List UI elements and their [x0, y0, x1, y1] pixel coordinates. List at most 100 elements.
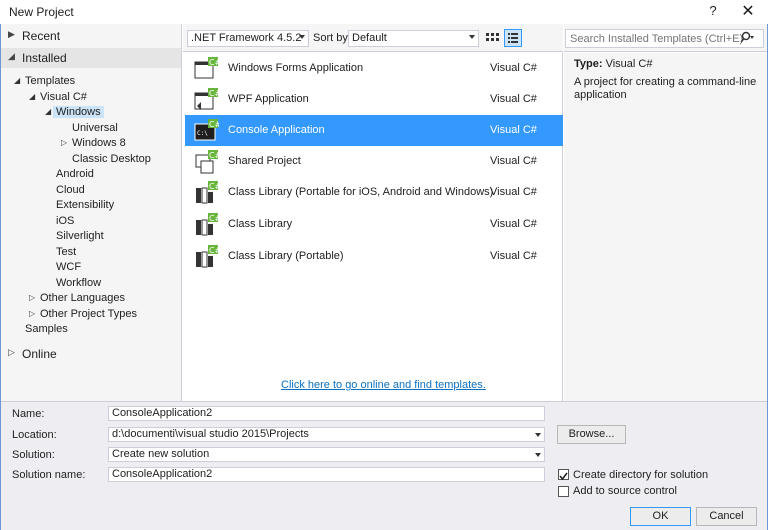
sort-by-value: Default [352, 32, 387, 44]
tree-item-ios[interactable]: iOS [56, 215, 74, 231]
small-icons-view-button[interactable] [483, 29, 501, 47]
expand-arrow-icon[interactable]: ▶ [8, 29, 15, 40]
chevron-down-icon [469, 35, 475, 39]
grid-view-icon [486, 33, 499, 41]
create-directory-checkbox[interactable] [558, 469, 569, 481]
tree-item-cloud[interactable]: Cloud [56, 184, 85, 200]
collapse-arrow-icon[interactable]: ◢ [14, 76, 20, 85]
tree-item-windows[interactable]: ◢ Windows [45, 106, 104, 122]
svg-text:C#: C# [209, 182, 219, 191]
template-name: Class Library (Portable) [228, 250, 344, 262]
solution-name-input[interactable]: ConsoleApplication2 [108, 467, 545, 482]
location-input[interactable]: d:\documenti\visual studio 2015\Projects [108, 427, 545, 442]
type-value: Visual C# [605, 58, 653, 70]
tree-item-other-project-types[interactable]: ▷ Other Project Types [29, 308, 137, 324]
wpf-app-icon: C# [194, 88, 219, 110]
svg-text:C#: C# [209, 89, 219, 98]
window-title: New Project [9, 5, 74, 19]
tree-item-android[interactable]: Android [56, 168, 94, 184]
tree-item-universal[interactable]: Universal [72, 122, 118, 138]
template-class-library-portable-ios-android[interactable]: C# Class Library (Portable for iOS, Andr… [185, 177, 563, 208]
expand-arrow-icon[interactable]: ▷ [29, 309, 35, 318]
search-icon[interactable] [739, 31, 755, 45]
svg-text:C#: C# [209, 214, 219, 223]
template-name: WPF Application [228, 93, 309, 105]
tree-item-label: Windows 8 [72, 137, 126, 149]
class-library-icon: C# [196, 245, 219, 268]
template-language: Visual C# [490, 93, 537, 105]
solution-dropdown[interactable]: Create new solution [108, 447, 545, 462]
class-library-icon: C# [196, 181, 219, 204]
template-wpf[interactable]: C# WPF Application Visual C# [185, 84, 563, 115]
tree-item-silverlight[interactable]: Silverlight [56, 230, 104, 246]
svg-text:C:\: C:\ [197, 130, 208, 137]
cancel-button[interactable]: Cancel [696, 507, 757, 526]
tree-item-label: Windows [53, 106, 104, 118]
template-class-library[interactable]: C# Class Library Visual C# [185, 209, 563, 240]
collapse-arrow-icon[interactable]: ◢ [29, 92, 35, 101]
template-category-panel: ▶ Recent ◢ Installed ◢ Templates ◢ Visua… [1, 24, 182, 401]
tree-item-wcf[interactable]: WCF [56, 261, 81, 277]
close-icon[interactable]: ✕ [737, 1, 759, 23]
search-input[interactable] [565, 29, 764, 48]
nav-recent[interactable]: ▶ Recent [1, 26, 181, 46]
find-templates-online-link[interactable]: Click here to go online and find templat… [281, 379, 486, 391]
nav-installed-label: Installed [22, 51, 67, 65]
medium-icons-view-button[interactable] [504, 29, 522, 47]
chevron-down-icon[interactable] [535, 433, 541, 437]
checkmark-icon [559, 472, 568, 481]
chevron-down-icon [299, 35, 305, 39]
tree-item-label: Cloud [56, 184, 85, 196]
tree-item-label: Other Languages [40, 292, 126, 304]
solution-name-label: Solution name: [12, 469, 86, 481]
windows-forms-icon: C# [194, 57, 219, 79]
help-button[interactable]: ? [704, 3, 722, 21]
expand-arrow-icon[interactable]: ▷ [8, 347, 15, 358]
template-shared-project[interactable]: C# Shared Project Visual C# [185, 146, 563, 177]
tree-item-label: Android [56, 168, 94, 180]
tree-item-label: Test [56, 246, 77, 258]
chevron-down-icon [535, 453, 541, 457]
svg-text:C#: C# [209, 120, 219, 129]
tree-item-classic-desktop[interactable]: Classic Desktop [72, 153, 151, 169]
template-windows-forms[interactable]: C# Windows Forms Application Visual C# [185, 53, 563, 84]
tree-item-label: Samples [25, 323, 68, 335]
sort-by-dropdown[interactable]: Default [348, 30, 479, 47]
list-view-icon [508, 33, 518, 43]
expand-arrow-icon[interactable]: ▷ [29, 293, 35, 302]
tree-item-templates[interactable]: ◢ Templates [14, 75, 75, 91]
add-source-control-checkbox[interactable] [558, 486, 569, 497]
search-area [564, 24, 767, 52]
template-toolbar: .NET Framework 4.5.2 Sort by: Default [183, 24, 563, 52]
tree-item-label: Universal [72, 122, 118, 134]
tree-item-samples[interactable]: Samples [25, 323, 68, 339]
template-class-library-portable[interactable]: C# Class Library (Portable) Visual C# [185, 241, 563, 272]
console-app-icon: C:\ C# [194, 119, 219, 141]
sort-by-label: Sort by: [313, 32, 351, 44]
description-text: A project for creating a command-line ap… [574, 76, 757, 101]
project-name-input[interactable]: ConsoleApplication2 [108, 406, 545, 421]
ok-button[interactable]: OK [630, 507, 691, 526]
framework-dropdown[interactable]: .NET Framework 4.5.2 [187, 30, 309, 47]
tree-item-extensibility[interactable]: Extensibility [56, 199, 114, 215]
svg-text:C#: C# [209, 151, 219, 160]
collapse-arrow-icon[interactable]: ◢ [8, 51, 15, 62]
nav-installed[interactable]: ◢ Installed [1, 48, 181, 68]
tree-item-workflow[interactable]: Workflow [56, 277, 101, 293]
tree-item-test[interactable]: Test [56, 246, 76, 262]
nav-online[interactable]: ▷ Online [1, 344, 181, 364]
template-console[interactable]: C:\ C# Console Application Visual C# [185, 115, 563, 146]
tree-item-visual-csharp[interactable]: ◢ Visual C# [29, 91, 87, 107]
solution-value: Create new solution [112, 448, 210, 460]
svg-text:C#: C# [209, 246, 219, 255]
collapse-arrow-icon[interactable]: ◢ [45, 107, 51, 116]
tree-item-label: WCF [56, 261, 82, 273]
tree-item-other-languages[interactable]: ▷ Other Languages [29, 292, 126, 308]
expand-arrow-icon[interactable]: ▷ [61, 138, 67, 147]
class-library-icon: C# [196, 213, 219, 236]
name-label: Name: [12, 408, 45, 420]
template-language: Visual C# [490, 124, 537, 136]
tree-item-windows8[interactable]: ▷ Windows 8 [61, 137, 126, 153]
browse-button[interactable]: Browse... [557, 425, 626, 444]
location-value: d:\documenti\visual studio 2015\Projects [112, 428, 309, 440]
